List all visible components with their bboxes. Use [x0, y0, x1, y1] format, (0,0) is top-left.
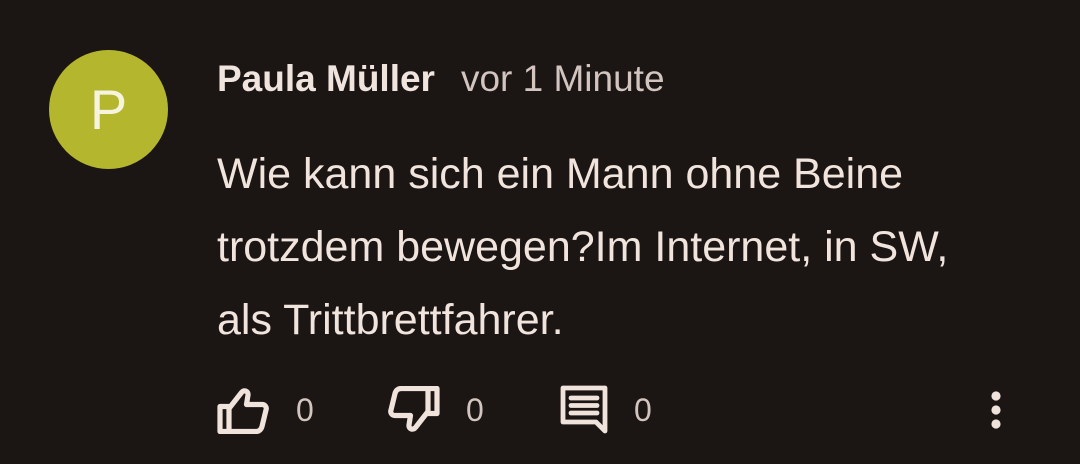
comment-icon — [560, 385, 608, 434]
comment-text-line: Wie kann sich ein Mann ohne Beine — [217, 150, 904, 198]
like-button[interactable]: 0 — [217, 380, 314, 440]
comment-text-line: trotzdem bewegen?Im Internet, in SW, — [217, 223, 949, 271]
comment-text-line: als Trittbrettfahrer. — [217, 296, 564, 344]
comment-header: Paula Müller vor 1 Minute — [217, 57, 665, 101]
thumbs-up-icon — [217, 388, 269, 434]
thumbs-down-icon — [388, 386, 440, 432]
comment-text: Wie kann sich ein Mann ohne Beine trotzd… — [217, 138, 1057, 357]
avatar-letter: P — [89, 77, 128, 141]
author-name[interactable]: Paula Müller — [217, 58, 435, 100]
avatar[interactable]: P — [49, 50, 168, 169]
more-vertical-icon — [991, 391, 1001, 429]
dislike-button[interactable]: 0 — [387, 380, 484, 440]
reply-button[interactable]: 0 — [560, 380, 652, 440]
reply-count: 0 — [634, 391, 652, 428]
comment-actions: 0 0 0 — [0, 380, 1080, 440]
like-count: 0 — [296, 391, 314, 428]
comment-timestamp: vor 1 Minute — [460, 58, 665, 99]
dislike-count: 0 — [466, 391, 484, 428]
more-options-button[interactable] — [977, 380, 1015, 440]
